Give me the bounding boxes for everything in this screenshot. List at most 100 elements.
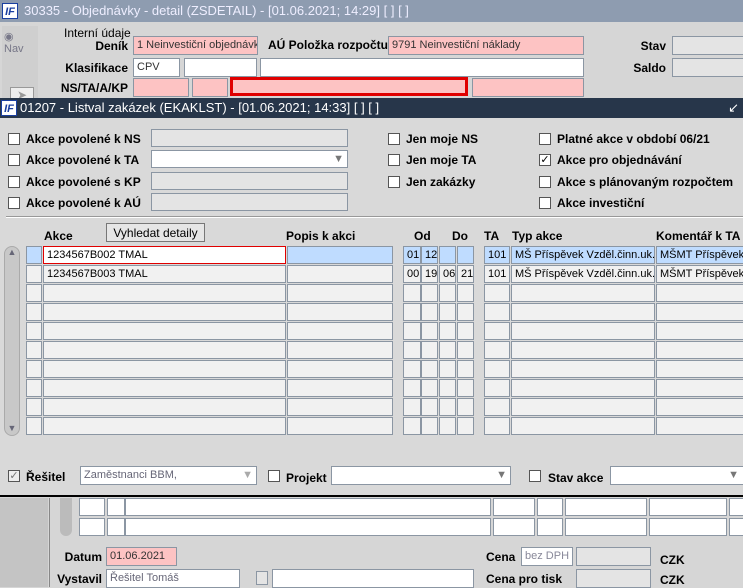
cell-do2[interactable] [457,303,474,321]
cell-do1[interactable]: 06 [439,265,456,283]
parent-grid-cell[interactable] [125,518,491,536]
cell-komentar[interactable] [656,341,743,359]
filter-checkbox[interactable] [8,133,20,145]
klasifikace-field[interactable]: CPV [133,58,180,77]
au-field[interactable]: 9791 Neinvestiční náklady [388,36,584,55]
parent-grid-cell[interactable] [79,518,105,536]
cell-od2[interactable] [421,360,438,378]
cell-od2[interactable] [421,398,438,416]
row-indicator[interactable] [26,360,42,378]
row-indicator[interactable] [26,398,42,416]
filter-field[interactable]: ▼ [151,150,348,168]
klasifikace-code-field[interactable] [184,58,257,77]
cell-komentar[interactable] [656,398,743,416]
cell-popis[interactable] [287,246,393,264]
resitel-checkbox[interactable]: ✓ [8,470,20,482]
cell-ta[interactable] [484,417,510,435]
search-details-button[interactable]: Vyhledat detaily [106,223,205,242]
cell-ta[interactable]: 101 [484,246,510,264]
cell-do1[interactable] [439,303,456,321]
cell-do2[interactable] [457,322,474,340]
cell-typ[interactable] [511,398,655,416]
cell-od1[interactable] [403,360,421,378]
parent-grid-cell[interactable] [107,518,125,536]
grid-scrollbar[interactable]: ▲ ▼ [4,246,20,436]
cell-akce[interactable] [43,303,286,321]
cell-od1[interactable] [403,303,421,321]
parent-grid-cell[interactable] [537,498,563,516]
cell-akce[interactable] [43,398,286,416]
filter-checkbox[interactable] [388,154,400,166]
cell-typ[interactable] [511,379,655,397]
cell-do1[interactable] [439,360,456,378]
kp-field[interactable] [472,78,584,97]
row-indicator[interactable] [26,303,42,321]
cell-popis[interactable] [287,360,393,378]
stav-akce-select[interactable]: ▼ [610,466,743,485]
saldo-field[interactable] [672,58,743,77]
cena-tisk-field[interactable] [576,569,651,588]
cell-akce[interactable]: 1234567B002 TMAL [43,246,286,264]
parent-grid-cell[interactable] [729,518,743,536]
cell-akce[interactable] [43,379,286,397]
cell-od1[interactable] [403,379,421,397]
parent-grid-cell[interactable] [649,518,727,536]
cell-ta[interactable] [484,341,510,359]
cell-akce[interactable] [43,360,286,378]
cell-ta[interactable]: 101 [484,265,510,283]
cell-popis[interactable] [287,265,393,283]
akce-field[interactable] [230,77,468,96]
row-indicator[interactable] [26,265,42,283]
cell-ta[interactable] [484,303,510,321]
filter-checkbox[interactable] [539,197,551,209]
filter-checkbox[interactable] [388,176,400,188]
parent-scrollbar[interactable] [60,498,72,536]
filter-checkbox[interactable] [539,176,551,188]
cell-ta[interactable] [484,322,510,340]
cell-do1[interactable] [439,341,456,359]
scroll-up-icon[interactable]: ▲ [5,247,19,257]
cell-od1[interactable] [403,322,421,340]
cell-popis[interactable] [287,379,393,397]
cell-komentar[interactable]: MŠMT Příspěvek V [656,265,743,283]
cell-typ[interactable]: MŠ Příspěvek Vzděl.činn.uk.A [511,246,655,264]
parent-grid-cell[interactable] [729,498,743,516]
parent-grid-cell[interactable] [79,498,105,516]
filter-field[interactable] [151,193,348,211]
cell-komentar[interactable] [656,379,743,397]
cell-do1[interactable] [439,284,456,302]
denik-field[interactable]: 1 Neinvestiční objednávk [133,36,258,55]
cell-od2[interactable] [421,341,438,359]
cell-ta[interactable] [484,379,510,397]
cell-komentar[interactable]: MŠMT Příspěvek V [656,246,743,264]
cell-od1[interactable] [403,284,421,302]
resitel-select[interactable]: Zaměstnanci BBM, ▼ [80,466,257,485]
cell-typ[interactable]: MŠ Příspěvek Vzděl.činn.uk.A [511,265,655,283]
cell-do1[interactable] [439,322,456,340]
row-indicator[interactable] [26,379,42,397]
cell-od1[interactable] [403,417,421,435]
filter-checkbox[interactable] [8,176,20,188]
cell-do2[interactable] [457,398,474,416]
cell-do1[interactable] [439,417,456,435]
vystavil-note-field[interactable] [272,569,474,588]
parent-grid-cell[interactable] [565,518,647,536]
filter-checkbox[interactable] [388,133,400,145]
nav-button[interactable]: ◉ Nav [2,26,38,59]
cell-komentar[interactable] [656,360,743,378]
row-indicator[interactable] [26,322,42,340]
cell-komentar[interactable] [656,322,743,340]
parent-grid-cell[interactable] [565,498,647,516]
cell-typ[interactable] [511,284,655,302]
cell-ta[interactable] [484,398,510,416]
row-indicator[interactable] [26,417,42,435]
cena-type-field[interactable]: bez DPH [521,547,573,566]
parent-grid-cell[interactable] [537,518,563,536]
cell-ta[interactable] [484,360,510,378]
cell-popis[interactable] [287,303,393,321]
cell-od2[interactable]: 12 [421,246,438,264]
cell-komentar[interactable] [656,284,743,302]
ta-field[interactable] [192,78,228,97]
datum-field[interactable]: 01.06.2021 [106,547,177,566]
scroll-down-icon[interactable]: ▼ [5,423,19,433]
